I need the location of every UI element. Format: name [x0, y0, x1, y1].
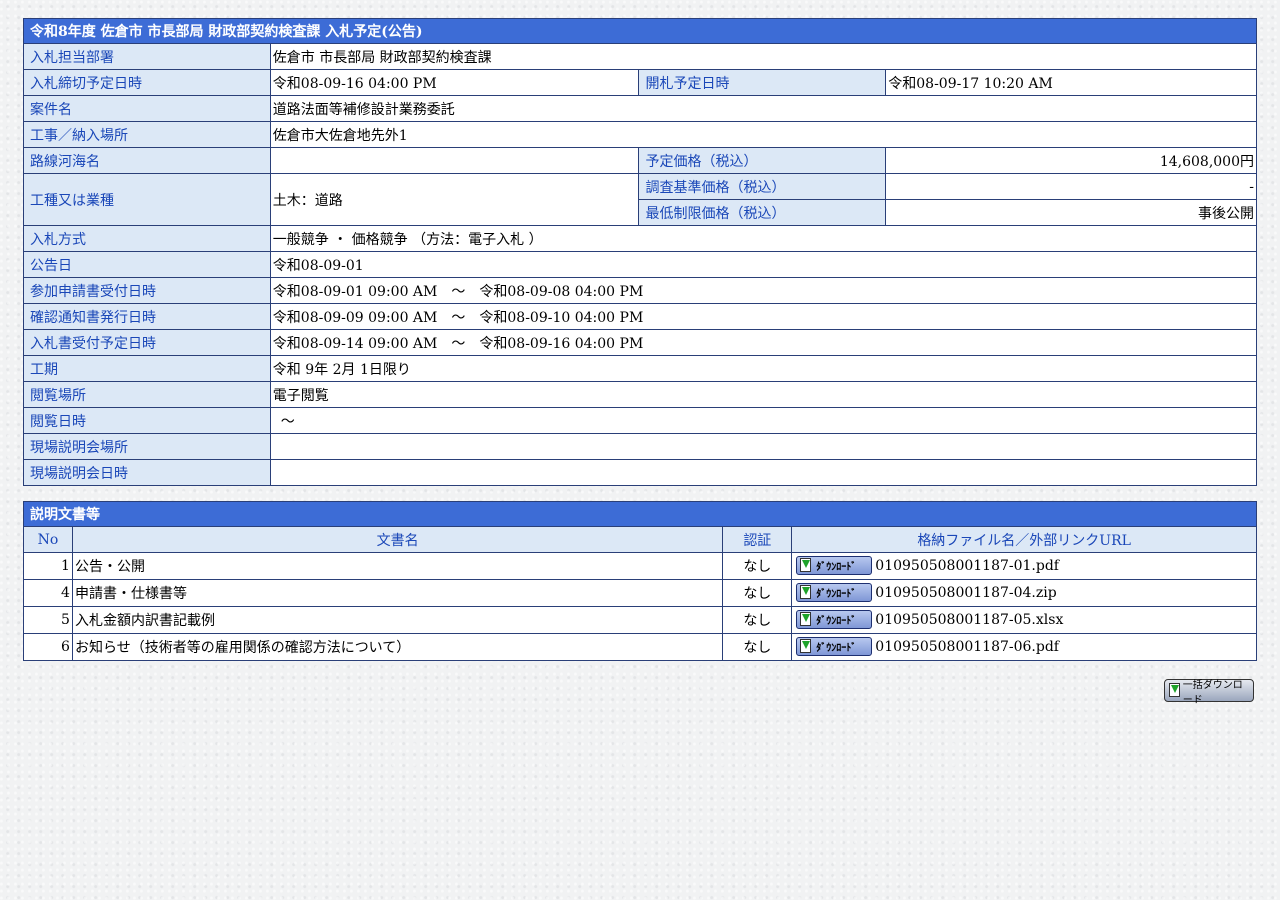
notice-title: 令和8年度 佐倉市 市長部局 財政部契約検査課 入札予定(公告): [23, 18, 1257, 44]
site-place-label: 現場説明会場所: [23, 433, 271, 460]
planned-price-label: 予定価格（税込）: [638, 147, 887, 174]
confirm-label: 確認通知書発行日時: [23, 303, 271, 330]
bulk-download-label: 一括ダウンロード: [1182, 679, 1243, 706]
confirm-value: 令和08-09-09 09:00 AM ～ 令和08-09-10 04:00 P…: [269, 303, 1258, 330]
table-row: 5 入札金額内訳書記載例 なし ﾀﾞｳﾝﾛｰﾄﾞ 010950508001187-05.…: [23, 606, 1257, 634]
doc-no: 4: [23, 579, 73, 607]
doc-file-cell: ﾀﾞｳﾝﾛｰﾄﾞ 010950508001187-04.zip: [791, 579, 1257, 607]
dept-value: 佐倉市 市長部局 財政部契約検査課: [269, 43, 1258, 70]
site-time-value: [269, 459, 1258, 486]
download-icon: [799, 612, 813, 627]
doc-cert: なし: [722, 579, 793, 607]
doc-cert: なし: [722, 552, 793, 580]
application-label: 参加申請書受付日時: [23, 277, 271, 304]
dept-label: 入札担当部署: [23, 43, 271, 70]
doc-filename: 010950508001187-01.pdf: [875, 558, 1059, 574]
route-value: [269, 147, 640, 174]
category-value: 土木：道路: [269, 173, 640, 226]
col-file: 格納ファイル名／外部リンクURL: [791, 526, 1257, 553]
bid-receipt-label: 入札書受付予定日時: [23, 329, 271, 356]
view-place-value: 電子閲覧: [269, 381, 1258, 408]
download-icon: [1168, 683, 1180, 698]
download-icon: [799, 585, 813, 600]
method-value: 一般競争 ・ 価格競争 （方法：電子入札 ）: [269, 225, 1258, 252]
download-icon: [799, 639, 813, 654]
documents-rows: 1 公告・公開 なし ﾀﾞｳﾝﾛｰﾄﾞ 010950508001187-01.pdf 4 申…: [23, 552, 1257, 661]
download-label: ﾀﾞｳﾝﾛｰﾄﾞ: [816, 643, 857, 654]
opening-value: 令和08-09-17 10:20 AM: [885, 69, 1257, 96]
doc-name: 申請書・仕様書等: [71, 579, 724, 607]
application-value: 令和08-09-01 09:00 AM ～ 令和08-09-08 04:00 P…: [269, 277, 1258, 304]
doc-no: 5: [23, 606, 73, 634]
bid-receipt-value: 令和08-09-14 09:00 AM ～ 令和08-09-16 04:00 P…: [269, 329, 1258, 356]
deadline-value: 令和08-09-16 04:00 PM: [269, 69, 640, 96]
deadline-label: 入札締切予定日時: [23, 69, 271, 96]
survey-price-value: -: [885, 173, 1257, 200]
col-no: No: [23, 526, 73, 553]
project-label: 案件名: [23, 95, 271, 122]
route-label: 路線河海名: [23, 147, 271, 174]
min-price-label: 最低制限価格（税込）: [638, 199, 887, 226]
download-button[interactable]: ﾀﾞｳﾝﾛｰﾄﾞ: [796, 610, 873, 629]
category-label: 工種又は業種: [23, 173, 271, 226]
download-label: ﾀﾞｳﾝﾛｰﾄﾞ: [816, 562, 857, 573]
doc-no: 1: [23, 552, 73, 580]
location-label: 工事／納入場所: [23, 121, 271, 148]
period-label: 工期: [23, 355, 271, 382]
notice-table: 令和8年度 佐倉市 市長部局 財政部契約検査課 入札予定(公告) 入札担当部署 …: [23, 18, 1258, 486]
doc-name: お知らせ（技術者等の雇用関係の確認方法について）: [71, 633, 724, 661]
table-row: 6 お知らせ（技術者等の雇用関係の確認方法について） なし ﾀﾞｳﾝﾛｰﾄﾞ 01095…: [23, 633, 1257, 661]
doc-cert: なし: [722, 606, 793, 634]
col-cert: 認証: [722, 526, 793, 553]
doc-filename: 010950508001187-06.pdf: [875, 639, 1059, 655]
doc-file-cell: ﾀﾞｳﾝﾛｰﾄﾞ 010950508001187-06.pdf: [791, 633, 1257, 661]
table-row: 1 公告・公開 なし ﾀﾞｳﾝﾛｰﾄﾞ 010950508001187-01.pdf: [23, 552, 1257, 580]
download-button[interactable]: ﾀﾞｳﾝﾛｰﾄﾞ: [796, 637, 873, 656]
download-button[interactable]: ﾀﾞｳﾝﾛｰﾄﾞ: [796, 583, 873, 602]
view-time-label: 閲覧日時: [23, 407, 271, 434]
download-icon: [799, 558, 813, 573]
doc-no: 6: [23, 633, 73, 661]
download-label: ﾀﾞｳﾝﾛｰﾄﾞ: [816, 616, 857, 627]
bulk-download-button[interactable]: 一括ダウンロード: [1164, 679, 1254, 706]
documents-title: 説明文書等: [23, 501, 1257, 527]
view-place-label: 閲覧場所: [23, 381, 271, 408]
project-value: 道路法面等補修設計業務委託: [269, 95, 1258, 122]
period-value: 令和 9年 2月 1日限り: [269, 355, 1258, 382]
doc-filename: 010950508001187-04.zip: [875, 585, 1057, 601]
doc-filename: 010950508001187-05.xlsx: [875, 612, 1064, 628]
planned-price-value: 14,608,000円: [885, 147, 1257, 174]
announce-value: 令和08-09-01: [269, 251, 1258, 278]
min-price-value: 事後公開: [885, 199, 1257, 226]
download-label: ﾀﾞｳﾝﾛｰﾄﾞ: [816, 589, 857, 600]
announce-label: 公告日: [23, 251, 271, 278]
download-button[interactable]: ﾀﾞｳﾝﾛｰﾄﾞ: [796, 556, 873, 575]
opening-label: 開札予定日時: [638, 69, 887, 96]
doc-name: 公告・公開: [71, 552, 724, 580]
doc-file-cell: ﾀﾞｳﾝﾛｰﾄﾞ 010950508001187-01.pdf: [791, 552, 1257, 580]
table-row: 4 申請書・仕様書等 なし ﾀﾞｳﾝﾛｰﾄﾞ 010950508001187-04.zi…: [23, 579, 1257, 607]
site-time-label: 現場説明会日時: [23, 459, 271, 486]
site-place-value: [269, 433, 1258, 460]
col-name: 文書名: [71, 526, 724, 553]
doc-name: 入札金額内訳書記載例: [71, 606, 724, 634]
survey-price-label: 調査基準価格（税込）: [638, 173, 887, 200]
documents-table: 説明文書等 No 文書名 認証 格納ファイル名／外部リンクURL 1 公告・公開な…: [23, 501, 1257, 661]
method-label: 入札方式: [23, 225, 271, 252]
doc-cert: なし: [722, 633, 793, 661]
location-value: 佐倉市大佐倉地先外1: [269, 121, 1258, 148]
doc-file-cell: ﾀﾞｳﾝﾛｰﾄﾞ 010950508001187-05.xlsx: [791, 606, 1257, 634]
view-time-value: ～: [269, 407, 1258, 434]
